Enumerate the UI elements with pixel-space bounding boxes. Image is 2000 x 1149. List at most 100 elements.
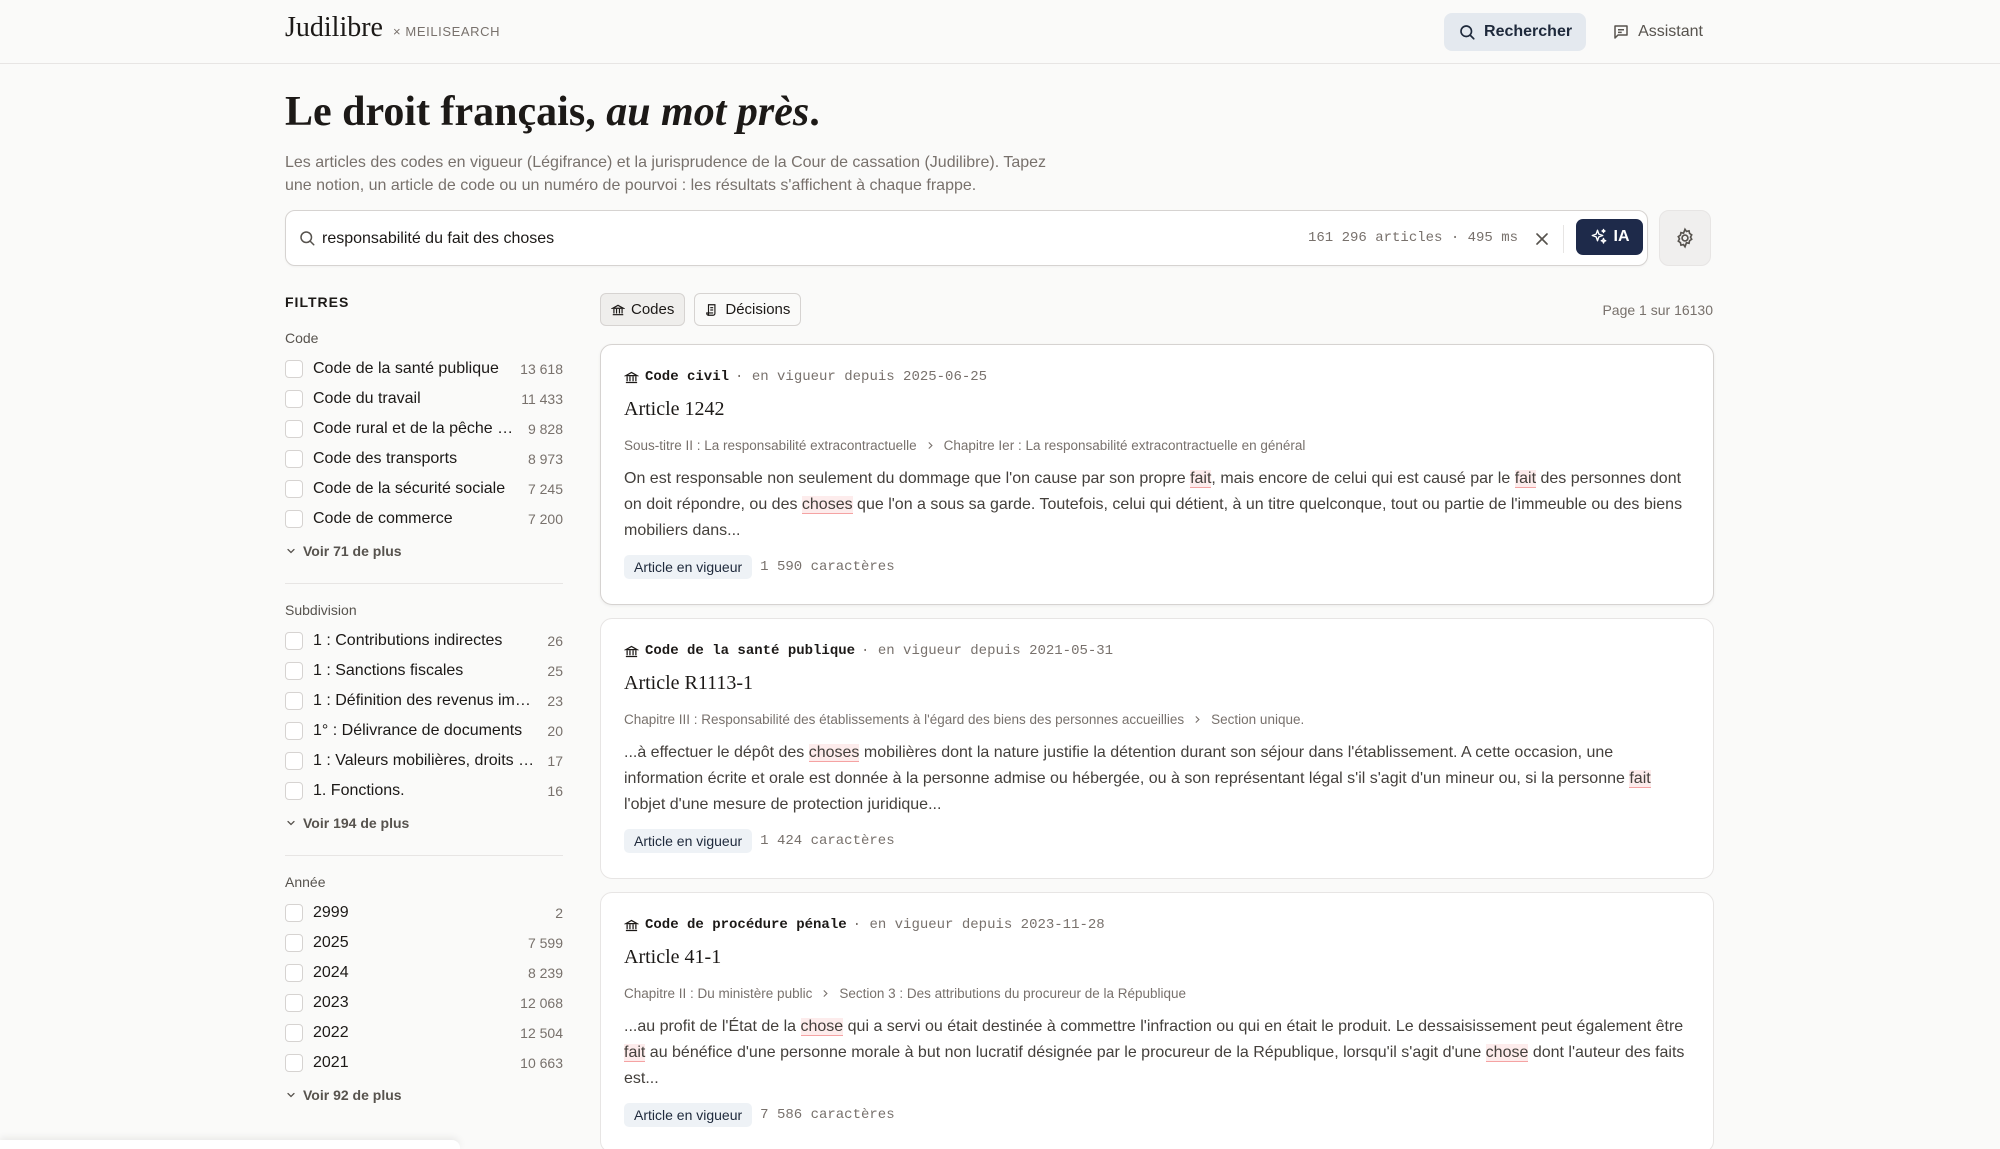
filter-option[interactable]: 2024 8 239 — [285, 958, 563, 988]
gear-icon — [1677, 227, 1693, 249]
nav-search-button[interactable]: Rechercher — [1444, 13, 1587, 51]
filter-option[interactable]: Code de la santé publique 13 618 — [285, 354, 563, 384]
page-info: Page 1 sur 16130 — [1602, 302, 1713, 318]
show-more-label: Voir 194 de plus — [303, 815, 410, 831]
breadcrumb-item[interactable]: Sous-titre II : La responsabilité extrac… — [624, 438, 917, 453]
filter-option[interactable]: 1 : Sanctions fiscales 25 — [285, 656, 563, 686]
filter-option[interactable]: 2023 12 068 — [285, 988, 563, 1018]
filter-checkbox[interactable] — [285, 450, 303, 468]
close-icon[interactable] — [1532, 229, 1552, 249]
filter-option[interactable]: Code des transports 8 973 — [285, 444, 563, 474]
tab-decisions[interactable]: Décisions — [694, 293, 802, 326]
filter-checkbox[interactable] — [285, 752, 303, 770]
top-bar: Judilibre × MEILISEARCH Rechercher Assis… — [0, 0, 2000, 64]
filter-option[interactable]: Code de commerce 7 200 — [285, 504, 563, 534]
filter-checkbox[interactable] — [285, 480, 303, 498]
page-description: Les articles des codes en vigueur (Légif… — [285, 154, 1047, 194]
filter-option[interactable]: 1. Fonctions. 16 — [285, 776, 563, 806]
filter-option[interactable]: 1 : Valeurs mobilières, droits sociaux 17 — [285, 746, 563, 776]
settings-button[interactable] — [1659, 210, 1711, 266]
title-main: Le droit français, — [285, 89, 607, 135]
filter-option[interactable]: 1 : Contributions indirectes 26 — [285, 626, 563, 656]
filter-checkbox[interactable] — [285, 390, 303, 408]
filter-checkbox[interactable] — [285, 994, 303, 1012]
scroll-icon — [706, 303, 716, 316]
filter-option-count: 8 973 — [527, 451, 563, 467]
filter-checkbox[interactable] — [285, 722, 303, 740]
search-highlight: chose — [800, 1018, 844, 1036]
show-more-link[interactable]: Voir 194 de plus — [285, 815, 563, 831]
result-meta: Code de la santé publique · en vigueur de… — [624, 643, 1113, 659]
result-title[interactable]: Article R1113-1 — [624, 672, 753, 695]
breadcrumb-item[interactable]: Chapitre II : Du ministère public — [624, 986, 812, 1001]
filter-checkbox[interactable] — [285, 904, 303, 922]
filter-option-label: 1 : Sanctions fiscales — [313, 662, 464, 679]
ia-button[interactable]: IA — [1576, 219, 1643, 255]
nav-assistant-label: Assistant — [1638, 23, 1703, 40]
filter-checkbox[interactable] — [285, 420, 303, 438]
result-excerpt: ...à effectuer le dépôt des choses mobil… — [624, 744, 1651, 813]
search-highlight: fait — [624, 1044, 646, 1062]
filter-checkbox[interactable] — [285, 692, 303, 710]
result-title[interactable]: Article 1242 — [624, 398, 725, 421]
sparkles-icon — [1591, 228, 1606, 244]
status-badge: Article en vigueur — [624, 829, 753, 853]
toast-edge — [0, 1140, 460, 1149]
show-more-link[interactable]: Voir 71 de plus — [285, 543, 563, 559]
filter-checkbox[interactable] — [285, 632, 303, 650]
character-count: 1 590 caractères — [760, 559, 895, 575]
filter-group-title: Subdivision — [285, 602, 357, 618]
breadcrumb-item[interactable]: Section unique. — [1211, 712, 1304, 727]
filters-sidebar: FILTRES Code Code de la santé publique 13 … — [285, 294, 563, 1103]
filter-checkbox[interactable] — [285, 964, 303, 982]
result-breadcrumb: Chapitre III : Responsabilité des établi… — [624, 712, 1304, 727]
result-card[interactable]: Code de procédure pénale · en vigueur dep… — [600, 892, 1714, 1149]
bank-icon — [611, 304, 625, 315]
result-breadcrumb: Sous-titre II : La responsabilité extrac… — [624, 438, 1305, 453]
filter-option-count: 23 — [547, 693, 563, 709]
tab-codes[interactable]: Codes — [600, 293, 686, 326]
filter-group-title: Code — [285, 330, 319, 346]
filter-option[interactable]: 2025 7 599 — [285, 928, 563, 958]
filter-option[interactable]: 1° : Délivrance de documents 20 — [285, 716, 563, 746]
filter-checkbox[interactable] — [285, 1024, 303, 1042]
result-card[interactable]: Code civil · en vigueur depuis 2025-06-25… — [600, 344, 1714, 605]
result-code-name: Code de procédure pénale — [645, 917, 847, 933]
filter-option-label: 2022 — [313, 1024, 349, 1041]
filter-option[interactable]: Code rural et de la pêche maritime9 828 — [285, 414, 563, 444]
filter-option[interactable]: Code du travail 11 433 — [285, 384, 563, 414]
filter-option[interactable]: 2021 10 663 — [285, 1048, 563, 1078]
search-highlight: fait — [1190, 470, 1212, 488]
filter-checkbox[interactable] — [285, 782, 303, 800]
breadcrumb-item[interactable]: Section 3 : Des attributions du procureu… — [839, 986, 1186, 1001]
show-more-link[interactable]: Voir 92 de plus — [285, 1087, 563, 1103]
filter-option-count: 26 — [547, 633, 563, 649]
filter-option[interactable]: 2999 2 — [285, 898, 563, 928]
result-validity: · en vigueur depuis 2021-05-31 — [861, 643, 1114, 659]
filters-title: FILTRES — [285, 294, 350, 310]
filter-option-label: Code des transports — [313, 450, 458, 467]
filter-checkbox[interactable] — [285, 934, 303, 952]
filter-option-label: 2024 — [313, 964, 349, 981]
search-input[interactable] — [322, 225, 1222, 253]
breadcrumb-item[interactable]: Chapitre Ier : La responsabilité extraco… — [944, 438, 1306, 453]
filter-option[interactable]: 1 : Définition des revenus imposables23 — [285, 686, 563, 716]
result-card[interactable]: Code de la santé publique · en vigueur de… — [600, 618, 1714, 879]
breadcrumb-item[interactable]: Chapitre III : Responsabilité des établi… — [624, 712, 1184, 727]
filter-checkbox[interactable] — [285, 662, 303, 680]
status-badge: Article en vigueur — [624, 555, 753, 579]
filter-option-label: Code de commerce — [313, 510, 453, 527]
filter-option[interactable]: 2022 12 504 — [285, 1018, 563, 1048]
filter-checkbox[interactable] — [285, 1054, 303, 1072]
filter-divider — [285, 583, 563, 584]
filter-option-count: 7 599 — [527, 935, 563, 951]
filter-checkbox[interactable] — [285, 510, 303, 528]
filter-option-label: 2025 — [313, 934, 349, 951]
filter-option-label: Code du travail — [313, 390, 421, 407]
filter-option[interactable]: Code de la sécurité sociale 7 245 — [285, 474, 563, 504]
result-title[interactable]: Article 41-1 — [624, 946, 721, 969]
brand[interactable]: Judilibre × MEILISEARCH — [285, 12, 500, 44]
nav-assistant-button[interactable]: Assistant — [1598, 13, 1717, 51]
filter-checkbox[interactable] — [285, 360, 303, 378]
filter-group-title: Année — [285, 874, 326, 890]
